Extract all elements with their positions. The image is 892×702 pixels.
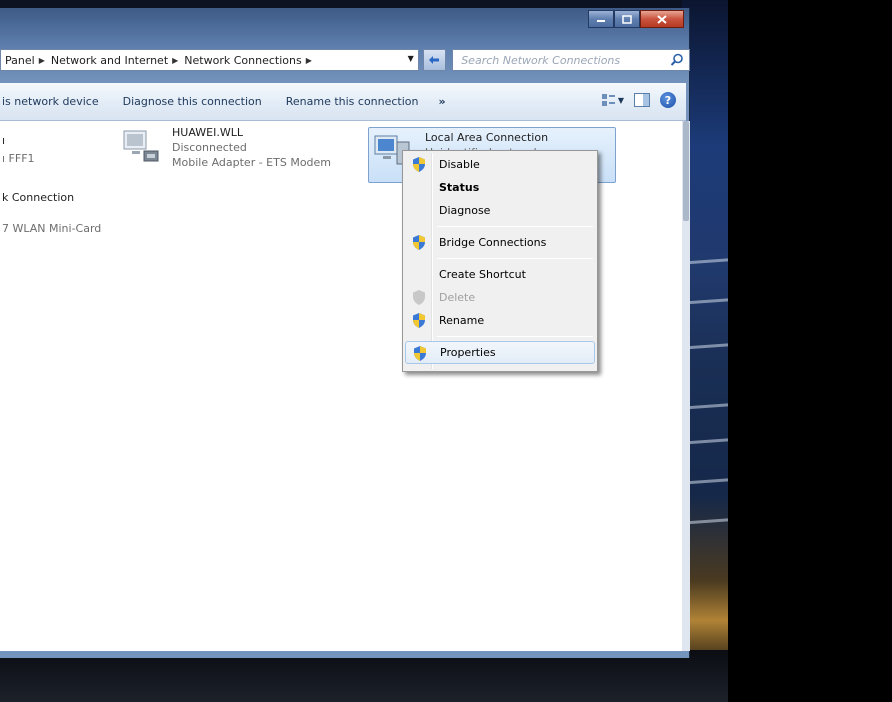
breadcrumb-separator-icon[interactable]: ▶ xyxy=(39,56,45,65)
breadcrumb-separator-icon[interactable]: ▶ xyxy=(172,56,178,65)
close-icon xyxy=(657,14,667,24)
toolbar-more-button[interactable]: » xyxy=(431,95,454,108)
toolbar-disable-device-button[interactable]: is network device xyxy=(0,95,111,108)
breadcrumb[interactable]: Panel ▶ Network and Internet ▶ Network C… xyxy=(0,49,419,71)
toolbar-rename-button[interactable]: Rename this connection xyxy=(274,95,431,108)
connection-device-partial: 7 WLAN Mini-Card xyxy=(2,222,102,235)
chevron-down-icon[interactable]: ▼ xyxy=(618,96,624,105)
maximize-button[interactable] xyxy=(614,10,640,28)
menu-item-label: Create Shortcut xyxy=(439,268,526,281)
menu-item-label: Diagnose xyxy=(439,204,491,217)
connection-status: Disconnected xyxy=(172,141,247,154)
scroll-thumb[interactable] xyxy=(683,121,689,221)
connection-name-partial: k Connection xyxy=(2,191,75,204)
search-icon[interactable] xyxy=(670,53,684,67)
breadcrumb-separator-icon[interactable]: ▶ xyxy=(306,56,312,65)
address-bar: Panel ▶ Network and Internet ▶ Network C… xyxy=(0,48,691,72)
menu-item-label: Status xyxy=(439,181,480,194)
vertical-scrollbar[interactable] xyxy=(682,121,690,651)
window-controls xyxy=(588,10,684,28)
close-button[interactable] xyxy=(640,10,684,28)
shield-icon xyxy=(414,346,426,361)
maximize-icon xyxy=(622,14,632,24)
connection-name: HUAWEI.WLL xyxy=(172,126,243,139)
preview-pane-button[interactable] xyxy=(634,93,650,107)
connection-name-partial: ı xyxy=(2,134,6,147)
connection-status-partial: ı FFF1 xyxy=(2,152,35,165)
menu-separator xyxy=(437,336,593,337)
screen: Panel ▶ Network and Internet ▶ Network C… xyxy=(0,0,892,702)
menu-item-label: Rename xyxy=(439,314,485,327)
menu-item-label: Properties xyxy=(440,346,496,359)
menu-item-create-shortcut[interactable]: Create Shortcut xyxy=(405,263,595,286)
toolbar-right-controls: ▼ ? xyxy=(602,92,676,108)
breadcrumb-network-connections[interactable]: Network Connections xyxy=(184,54,301,67)
menu-separator xyxy=(437,226,593,227)
context-menu: Disable Status Diagnose Bridge Connectio… xyxy=(402,150,598,372)
change-view-button[interactable]: ▼ xyxy=(602,92,624,108)
menu-item-status[interactable]: Status xyxy=(405,176,595,199)
menu-item-diagnose[interactable]: Diagnose xyxy=(405,199,595,222)
menu-item-label: Delete xyxy=(439,291,476,304)
search-placeholder: Search Network Connections xyxy=(461,53,621,67)
title-bar[interactable] xyxy=(0,8,690,42)
menu-item-properties[interactable]: Properties xyxy=(405,341,595,364)
list-item[interactable]: k Connection 7 WLAN Mini-Card xyxy=(2,190,122,236)
list-item[interactable]: HUAWEI.WLL Disconnected Mobile Adapter -… xyxy=(120,125,350,171)
minimize-icon xyxy=(597,20,605,22)
connection-device: Mobile Adapter - ETS Modem xyxy=(172,156,332,169)
menu-item-disable[interactable]: Disable xyxy=(405,153,595,176)
shield-icon xyxy=(413,235,425,250)
views-icon xyxy=(602,94,615,106)
breadcrumb-control-panel[interactable]: Panel xyxy=(5,54,35,67)
menu-item-label: Disable xyxy=(439,158,480,171)
network-adapter-icon xyxy=(123,130,159,162)
address-dropdown-icon[interactable]: ▼ xyxy=(408,54,414,63)
refresh-icon xyxy=(429,56,440,64)
menu-item-bridge-connections[interactable]: Bridge Connections xyxy=(405,231,595,254)
menu-item-label: Bridge Connections xyxy=(439,236,547,249)
shield-icon xyxy=(413,290,425,305)
menu-item-rename[interactable]: Rename xyxy=(405,309,595,332)
minimize-button[interactable] xyxy=(588,10,614,28)
command-bar: is network device Diagnose this connecti… xyxy=(0,83,686,121)
menu-item-delete: Delete xyxy=(405,286,595,309)
shield-icon xyxy=(413,313,425,328)
search-input[interactable]: Search Network Connections xyxy=(452,49,691,71)
refresh-button[interactable] xyxy=(422,49,447,71)
menu-separator xyxy=(437,258,593,259)
connection-name: Local Area Connection xyxy=(425,131,549,144)
black-border xyxy=(728,0,892,702)
breadcrumb-network-and-internet[interactable]: Network and Internet xyxy=(51,54,168,67)
shield-icon xyxy=(413,157,425,172)
toolbar-diagnose-button[interactable]: Diagnose this connection xyxy=(111,95,274,108)
help-button[interactable]: ? xyxy=(660,92,676,108)
list-item[interactable]: ı ı FFF1 xyxy=(2,133,112,166)
